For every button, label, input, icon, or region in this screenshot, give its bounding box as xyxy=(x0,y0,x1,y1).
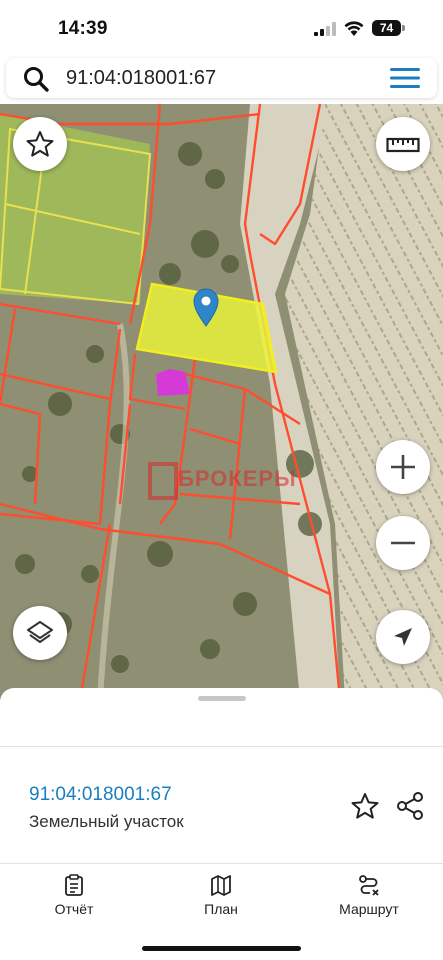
minus-icon xyxy=(391,541,415,545)
zoom-in-button[interactable] xyxy=(376,440,430,494)
satellite-map[interactable] xyxy=(0,104,443,700)
my-location-button[interactable] xyxy=(376,610,430,664)
ruler-icon xyxy=(386,137,420,153)
search-bar xyxy=(6,58,437,98)
star-icon xyxy=(26,131,54,157)
status-bar: 14:39 74 xyxy=(0,0,443,56)
wifi-icon xyxy=(344,21,364,36)
star-icon[interactable] xyxy=(350,791,380,821)
parcel-cadastral-number[interactable]: 91:04:018001:67 xyxy=(29,784,172,806)
ruler-measure-button[interactable] xyxy=(376,117,430,171)
layers-button[interactable] xyxy=(13,606,67,660)
map-view[interactable]: БРОКЕРЫ xyxy=(0,104,443,700)
bottom-tab-bar: Отчёт План Маршрут xyxy=(0,864,443,924)
tab-label: План xyxy=(204,901,238,917)
search-icon[interactable] xyxy=(22,65,50,93)
divider xyxy=(0,746,443,747)
favorite-star-button[interactable] xyxy=(13,117,67,171)
route-icon xyxy=(359,875,379,896)
home-indicator xyxy=(142,946,301,951)
report-icon xyxy=(65,874,83,896)
navigation-arrow-icon xyxy=(394,628,412,646)
tab-report[interactable]: Отчёт xyxy=(14,864,134,924)
watermark-text: БРОКЕРЫ xyxy=(178,466,297,491)
layers-icon xyxy=(27,621,53,643)
bottom-sheet: 91:04:018001:67 Земельный участок Отчёт xyxy=(0,688,443,960)
tab-route[interactable]: Маршрут xyxy=(309,864,429,924)
status-time: 14:39 xyxy=(58,18,108,39)
tab-label: Отчёт xyxy=(54,901,94,917)
tab-plan[interactable]: План xyxy=(161,864,281,924)
zoom-out-button[interactable] xyxy=(376,516,430,570)
parcel-type: Земельный участок xyxy=(29,812,184,831)
sheet-drag-handle[interactable] xyxy=(198,696,246,701)
tab-label: Маршрут xyxy=(339,901,399,917)
plus-icon xyxy=(391,455,415,479)
share-icon[interactable] xyxy=(395,791,425,821)
battery-level: 74 xyxy=(372,20,401,36)
cellular-signal-icon xyxy=(314,22,336,36)
battery-icon: 74 xyxy=(372,20,405,36)
hamburger-menu-icon[interactable] xyxy=(388,66,422,90)
search-input[interactable] xyxy=(66,66,366,90)
map-plan-icon xyxy=(211,875,231,896)
watermark-logo: БРОКЕРЫ xyxy=(148,456,300,506)
